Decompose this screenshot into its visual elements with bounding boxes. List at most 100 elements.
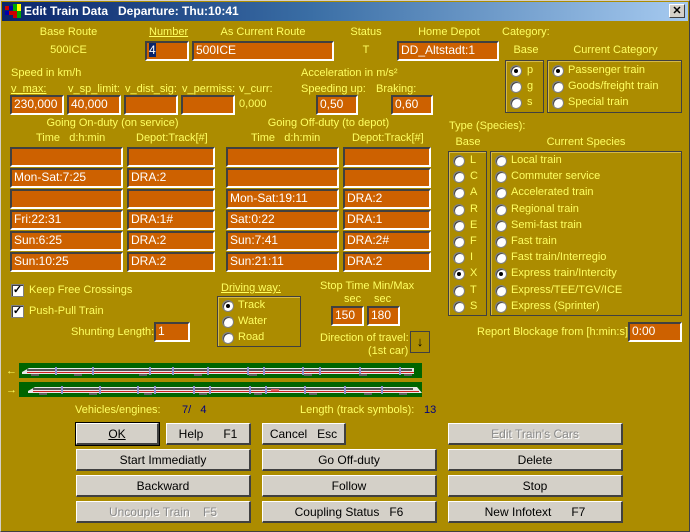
speed-title: Speed in km/h: [11, 67, 82, 79]
species-current-radio[interactable]: [495, 300, 507, 313]
off-duty-time-field[interactable]: Sun:21:11: [226, 252, 339, 272]
uncouple-train-button[interactable]: Uncouple Train F5: [76, 501, 251, 523]
braking-field[interactable]: 0,60: [391, 95, 433, 115]
off-duty-depot-field[interactable]: DRA:2#: [343, 231, 431, 251]
train-consist-forward[interactable]: [19, 363, 422, 378]
shunting-length-field[interactable]: 1: [154, 322, 190, 342]
off-duty-depot-field[interactable]: [343, 168, 431, 188]
push-pull-checkbox[interactable]: ✓: [11, 305, 24, 318]
cancel-button[interactable]: Cancel Esc: [262, 423, 346, 445]
start-immediately-button[interactable]: Start Immediatly: [76, 449, 251, 471]
train-consist-backward[interactable]: [19, 382, 422, 397]
species-base-label: F: [470, 235, 477, 247]
help-button[interactable]: Help F1: [166, 423, 251, 445]
edit-train-cars-button[interactable]: Edit Train's Cars: [448, 423, 623, 445]
species-base-radio[interactable]: [453, 219, 465, 232]
new-infotext-button[interactable]: New Infotext F7: [448, 501, 623, 523]
category-goods-radio[interactable]: [552, 81, 564, 93]
arrow-right-icon: →: [6, 384, 17, 396]
off-duty-title: Going Off-duty (to depot): [267, 117, 390, 129]
on-duty-depot-field[interactable]: [127, 189, 215, 209]
off-duty-depot-field[interactable]: DRA:2: [343, 189, 431, 209]
coupling-status-button[interactable]: Coupling Status F6: [262, 501, 437, 523]
title-bar: Edit Train Data Departure: Thu:10:41 ✕: [2, 2, 688, 21]
stop-time-max-field[interactable]: 180: [367, 306, 400, 326]
on-duty-time-field[interactable]: Mon-Sat:7:25: [10, 168, 123, 188]
off-duty-time-field[interactable]: Mon-Sat:19:11: [226, 189, 339, 209]
stop-time-max-unit: sec: [374, 293, 392, 305]
species-current-radio[interactable]: [495, 236, 507, 248]
window-title: Edit Train Data Departure: Thu:10:41: [24, 4, 239, 18]
species-current-radio[interactable]: [495, 219, 507, 232]
arrow-down-icon: ↓: [416, 334, 424, 349]
category-base-g-radio[interactable]: [510, 81, 522, 93]
close-button[interactable]: ✕: [669, 4, 685, 18]
on-duty-time-label: Time d:h:min: [36, 132, 106, 144]
off-duty-depot-field[interactable]: DRA:1: [343, 210, 431, 230]
species-base-label: E: [470, 218, 478, 231]
on-duty-depot-field[interactable]: DRA:1#: [127, 210, 215, 230]
off-duty-time-field[interactable]: [226, 168, 339, 188]
v-max-field[interactable]: 230,000: [10, 95, 64, 115]
current-route-field[interactable]: 500ICE: [192, 41, 334, 61]
off-duty-time-field[interactable]: [226, 147, 339, 167]
off-duty-depot-field[interactable]: [343, 147, 431, 167]
category-passenger-radio[interactable]: [552, 65, 564, 77]
category-base-s-radio[interactable]: [510, 97, 522, 109]
category-special-radio[interactable]: [552, 97, 564, 109]
number-field[interactable]: 4: [145, 41, 189, 61]
on-duty-time-field[interactable]: [10, 189, 123, 209]
ok-button[interactable]: OK: [75, 422, 160, 446]
direction-sublabel: (1st car): [368, 345, 409, 357]
category-base-p-radio[interactable]: [510, 65, 522, 77]
species-current-label: Local train: [511, 154, 562, 166]
species-current-radio[interactable]: [495, 155, 507, 167]
stop-button[interactable]: Stop: [448, 475, 623, 497]
on-duty-depot-field[interactable]: DRA:2: [127, 231, 215, 251]
stop-time-min-field[interactable]: 150: [331, 306, 364, 326]
backward-button[interactable]: Backward: [76, 475, 251, 497]
keep-free-crossings-checkbox[interactable]: ✓: [11, 284, 24, 297]
on-duty-depot-field[interactable]: DRA:2: [127, 168, 215, 188]
on-duty-depot-field[interactable]: [127, 147, 215, 167]
species-base-radio[interactable]: [453, 284, 465, 297]
species-base-radio[interactable]: [453, 236, 465, 248]
on-duty-time-field[interactable]: [10, 147, 123, 167]
driving-way-track-radio[interactable]: [222, 300, 234, 312]
delete-button[interactable]: Delete: [448, 449, 623, 471]
current-category-label: Current Category: [573, 44, 658, 56]
species-current-radio[interactable]: [495, 284, 507, 297]
species-current-radio[interactable]: [495, 203, 507, 216]
report-blockage-field[interactable]: 0:00: [628, 322, 682, 342]
driving-way-water-radio[interactable]: [222, 316, 234, 328]
speeding-up-field[interactable]: 0,50: [316, 95, 358, 115]
status-value: T: [362, 44, 370, 56]
species-base-radio[interactable]: [453, 203, 465, 216]
on-duty-depot-field[interactable]: DRA:2: [127, 252, 215, 272]
species-base-label: Base: [455, 136, 481, 148]
v-permiss-field[interactable]: [181, 95, 235, 115]
home-depot-field[interactable]: DD_Altstadt:1: [397, 41, 499, 61]
off-duty-time-field[interactable]: Sat:0:22: [226, 210, 339, 230]
category-base-p-label: p: [527, 64, 534, 76]
direction-button[interactable]: ↓: [410, 331, 430, 353]
on-duty-time-field[interactable]: Fri:22:31: [10, 210, 123, 230]
follow-button[interactable]: Follow: [262, 475, 437, 497]
v-dist-sig-field[interactable]: [124, 95, 178, 115]
species-base-radio[interactable]: [453, 155, 465, 167]
v-sp-limit-field[interactable]: 40,000: [67, 95, 121, 115]
base-route-value: 500ICE: [50, 44, 87, 56]
v-curr-value: 0,000: [239, 98, 267, 110]
on-duty-time-field[interactable]: Sun:6:25: [10, 231, 123, 251]
off-duty-time-field[interactable]: Sun:7:41: [226, 231, 339, 251]
species-base-radio[interactable]: [453, 300, 465, 313]
driving-way-road-radio[interactable]: [222, 332, 234, 344]
go-off-duty-button[interactable]: Go Off-duty: [262, 449, 437, 471]
driving-way-label: Driving way:: [221, 282, 281, 294]
species-base-label: S: [470, 299, 478, 312]
category-base-g-label: g: [527, 80, 534, 92]
off-duty-depot-field[interactable]: DRA:2: [343, 252, 431, 272]
on-duty-time-field[interactable]: Sun:10:25: [10, 252, 123, 272]
off-duty-time-label: Time d:h:min: [251, 132, 321, 144]
arrow-left-icon: ←: [6, 365, 17, 377]
